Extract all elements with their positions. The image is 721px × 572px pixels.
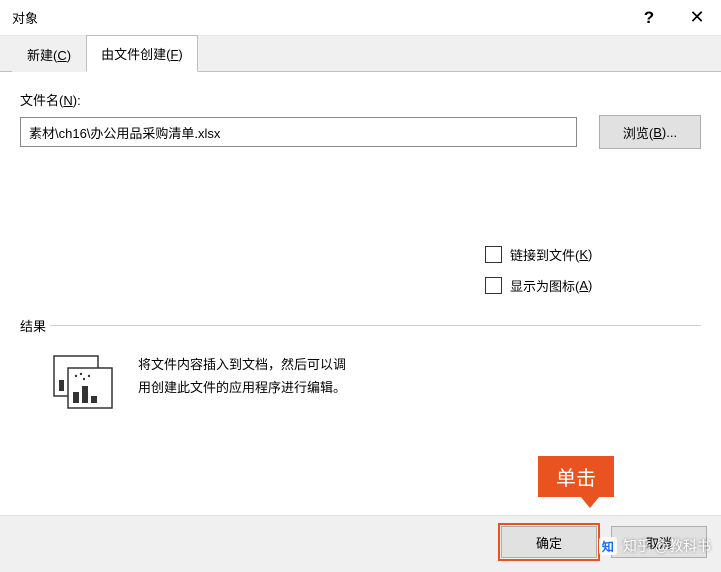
tab-content: 文件名(N): 浏览(B)... 链接到文件(K) 显示为图标(A) 结果 bbox=[0, 72, 721, 515]
dialog-title: 对象 bbox=[12, 8, 625, 27]
result-description: 将文件内容插入到文档，然后可以调 用创建此文件的应用程序进行编辑。 bbox=[138, 352, 346, 400]
result-box: 将文件内容插入到文档，然后可以调 用创建此文件的应用程序进行编辑。 bbox=[20, 325, 701, 465]
tab-new[interactable]: 新建(C) bbox=[12, 36, 86, 72]
result-heading: 结果 bbox=[20, 316, 50, 335]
cancel-button[interactable]: 取消 bbox=[611, 526, 707, 558]
embedded-object-icon bbox=[48, 352, 120, 414]
titlebar: 对象 ? ✕ bbox=[0, 0, 721, 36]
filename-label: 文件名(N): bbox=[20, 90, 701, 109]
dialog-buttons: 确定 取消 bbox=[0, 515, 721, 572]
filename-input[interactable] bbox=[20, 117, 577, 147]
close-button[interactable]: ✕ bbox=[673, 1, 721, 35]
options: 链接到文件(K) 显示为图标(A) bbox=[485, 245, 701, 307]
file-row: 浏览(B)... bbox=[20, 115, 701, 149]
ok-button[interactable]: 确定 bbox=[501, 526, 597, 558]
help-button[interactable]: ? bbox=[625, 1, 673, 35]
tabs: 新建(C) 由文件创建(F) bbox=[0, 36, 721, 72]
tab-create-from-file[interactable]: 由文件创建(F) bbox=[86, 35, 198, 72]
link-to-file-row[interactable]: 链接到文件(K) bbox=[485, 245, 701, 264]
browse-button[interactable]: 浏览(B)... bbox=[599, 115, 701, 149]
link-to-file-checkbox[interactable] bbox=[485, 246, 502, 263]
display-as-icon-row[interactable]: 显示为图标(A) bbox=[485, 276, 701, 295]
display-as-icon-checkbox[interactable] bbox=[485, 277, 502, 294]
result-group: 结果 将文件内容插入到文档，然后可以调 bbox=[20, 325, 701, 465]
annotation-callout: 单击 bbox=[538, 456, 614, 497]
